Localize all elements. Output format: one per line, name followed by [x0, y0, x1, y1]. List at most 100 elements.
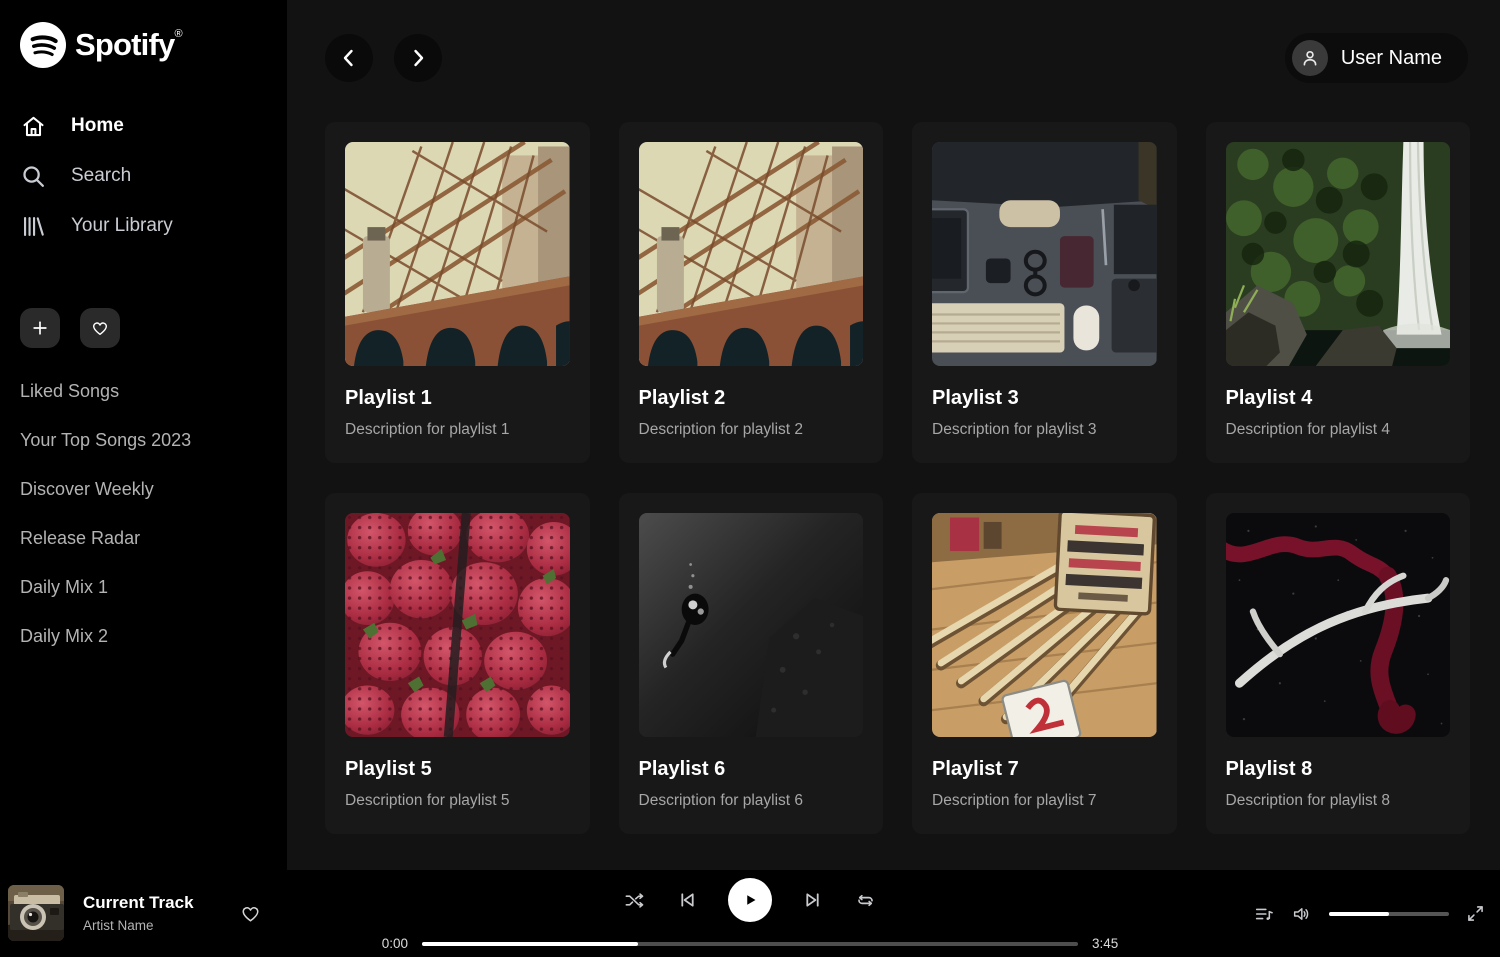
- card-image-forest-waterfall: [1226, 142, 1451, 366]
- queue-button[interactable]: [1253, 903, 1275, 925]
- playlist-link[interactable]: Discover Weekly: [20, 480, 275, 498]
- progress-bar[interactable]: [422, 942, 1078, 946]
- playlist-card-6[interactable]: Playlist 6 Description for playlist 6: [619, 493, 884, 834]
- playlist-grid: Playlist 1 Description for playlist 1: [325, 122, 1470, 834]
- back-button[interactable]: [325, 34, 373, 82]
- card-image-underwater-diver: [639, 513, 864, 737]
- sidebar-item-search[interactable]: Search: [20, 158, 275, 194]
- playlist-card-1[interactable]: Playlist 1 Description for playlist 1: [325, 122, 590, 463]
- sidebar: Spotify® Home: [0, 0, 287, 870]
- duration-time: 3:45: [1092, 936, 1130, 951]
- like-track-button[interactable]: [239, 902, 262, 925]
- volume-fill: [1329, 912, 1389, 916]
- playlist-link[interactable]: Release Radar: [20, 529, 275, 547]
- playlist-card-2[interactable]: Playlist 2 Description for playlist 2: [619, 122, 884, 463]
- sidebar-item-label: Your Library: [71, 215, 173, 237]
- card-title: Playlist 3: [932, 387, 1157, 410]
- sidebar-nav: Home Search: [20, 108, 275, 244]
- track-info: Current Track Artist Name: [83, 893, 194, 933]
- artist-name: Artist Name: [83, 918, 194, 933]
- playlist-card-8[interactable]: Playlist 8 Description for playlist 8: [1206, 493, 1471, 834]
- album-art-vintage-camera: [8, 885, 64, 941]
- fullscreen-button[interactable]: [1465, 903, 1486, 924]
- user-menu-button[interactable]: User Name: [1285, 33, 1468, 83]
- user-name-label: User Name: [1341, 47, 1442, 70]
- now-playing: Current Track Artist Name: [8, 885, 262, 941]
- brand-wordmark: Spotify®: [75, 27, 183, 63]
- card-image-strawberries: [345, 513, 570, 737]
- elapsed-time: 0:00: [370, 936, 408, 951]
- card-image-antler-ribbon: [1226, 513, 1451, 737]
- player-center: 0:00 3:45: [370, 878, 1130, 951]
- shuffle-icon: [623, 889, 646, 912]
- play-button[interactable]: [728, 878, 772, 922]
- playlist-link[interactable]: Daily Mix 2: [20, 627, 275, 645]
- home-icon: [20, 113, 47, 140]
- card-title: Playlist 4: [1226, 387, 1451, 410]
- shuffle-button[interactable]: [623, 889, 646, 912]
- card-description: Description for playlist 8: [1226, 792, 1451, 810]
- sidebar-playlists: Liked Songs Your Top Songs 2023 Discover…: [20, 382, 275, 645]
- playback-controls: [370, 878, 1130, 922]
- liked-songs-button[interactable]: [80, 308, 120, 348]
- chevron-left-icon: [337, 46, 361, 70]
- library-icon: [20, 213, 47, 240]
- progress-fill: [422, 942, 638, 946]
- previous-button[interactable]: [675, 888, 699, 912]
- card-image-desk-flatlay: [932, 142, 1157, 366]
- next-button[interactable]: [801, 888, 825, 912]
- sidebar-item-your-library[interactable]: Your Library: [20, 208, 275, 244]
- player-right-controls: [1253, 870, 1486, 957]
- playlist-link[interactable]: Liked Songs: [20, 382, 275, 400]
- user-icon: [1299, 47, 1321, 69]
- heart-icon: [90, 318, 110, 338]
- volume-slider[interactable]: [1329, 912, 1449, 916]
- avatar: [1292, 40, 1328, 76]
- card-image-industrial-truss: [345, 142, 570, 366]
- player-bar: Current Track Artist Name: [0, 870, 1500, 957]
- card-title: Playlist 6: [639, 758, 864, 781]
- playlist-link[interactable]: Your Top Songs 2023: [20, 431, 275, 449]
- card-description: Description for playlist 5: [345, 792, 570, 810]
- sidebar-item-home[interactable]: Home: [20, 108, 275, 144]
- repeat-button[interactable]: [854, 889, 877, 912]
- card-description: Description for playlist 3: [932, 421, 1157, 439]
- card-title: Playlist 2: [639, 387, 864, 410]
- forward-button[interactable]: [394, 34, 442, 82]
- card-title: Playlist 5: [345, 758, 570, 781]
- queue-icon: [1253, 903, 1275, 925]
- sidebar-item-label: Home: [71, 115, 124, 137]
- card-image-wooden-rulers: [932, 513, 1157, 737]
- plus-icon: [30, 318, 50, 338]
- playlist-card-4[interactable]: Playlist 4 Description for playlist 4: [1206, 122, 1471, 463]
- card-description: Description for playlist 6: [639, 792, 864, 810]
- main-content: User Name: [287, 0, 1500, 870]
- spotify-mark-icon: [20, 22, 66, 68]
- card-description: Description for playlist 1: [345, 421, 570, 439]
- spotify-app: Spotify® Home: [0, 0, 1500, 957]
- expand-icon: [1465, 903, 1486, 924]
- sidebar-actions: [20, 308, 275, 348]
- next-icon: [801, 888, 825, 912]
- search-icon: [20, 163, 47, 190]
- spotify-logo[interactable]: Spotify®: [20, 22, 275, 68]
- playlist-card-3[interactable]: Playlist 3 Description for playlist 3: [912, 122, 1177, 463]
- previous-icon: [675, 888, 699, 912]
- chevron-right-icon: [406, 46, 430, 70]
- card-title: Playlist 7: [932, 758, 1157, 781]
- card-title: Playlist 8: [1226, 758, 1451, 781]
- create-playlist-button[interactable]: [20, 308, 60, 348]
- topbar: User Name: [287, 0, 1500, 82]
- playlist-card-5[interactable]: Playlist 5 Description for playlist 5: [325, 493, 590, 834]
- card-description: Description for playlist 2: [639, 421, 864, 439]
- volume-button[interactable]: [1291, 903, 1313, 925]
- card-description: Description for playlist 7: [932, 792, 1157, 810]
- volume-icon: [1291, 903, 1313, 925]
- playlist-card-7[interactable]: Playlist 7 Description for playlist 7: [912, 493, 1177, 834]
- heart-icon: [239, 902, 262, 925]
- track-title: Current Track: [83, 893, 194, 913]
- playlist-link[interactable]: Daily Mix 1: [20, 578, 275, 596]
- card-image-industrial-truss: [639, 142, 864, 366]
- progress-row: 0:00 3:45: [370, 936, 1130, 951]
- repeat-icon: [854, 889, 877, 912]
